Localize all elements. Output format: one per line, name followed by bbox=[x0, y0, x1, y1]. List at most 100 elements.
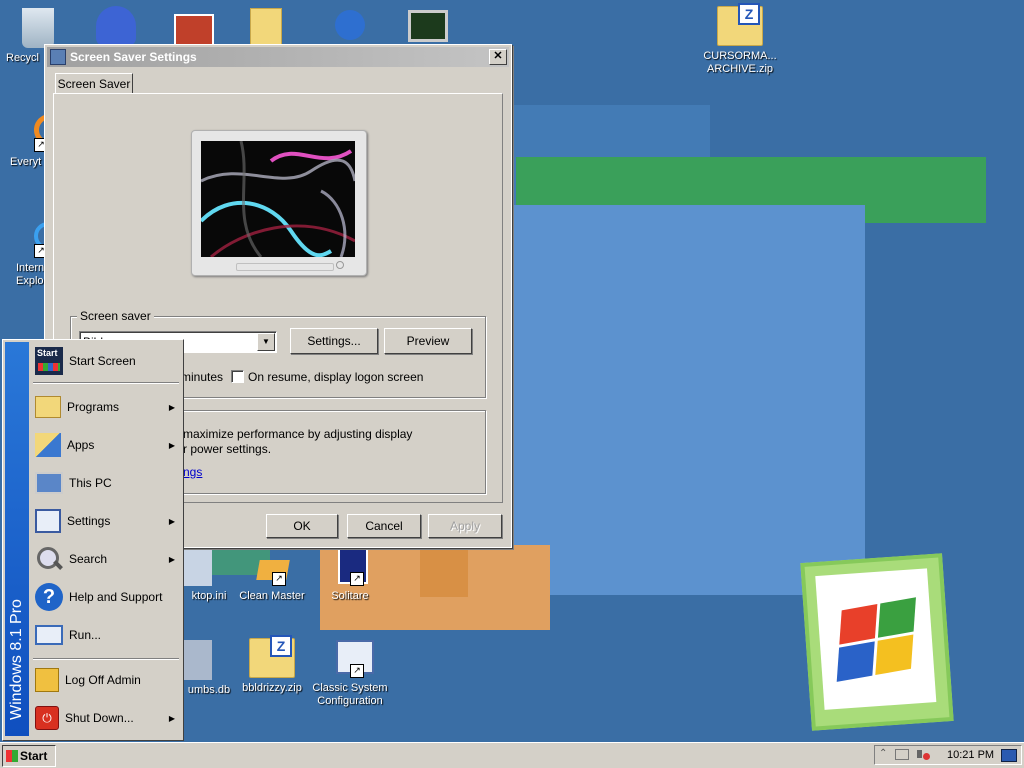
system-tray: ⌃ 10:21 PM bbox=[874, 745, 1022, 765]
desktop-icon-clean-master[interactable]: ↗ Clean Master bbox=[232, 546, 312, 603]
windows-flag-icon bbox=[815, 568, 937, 710]
computer-icon bbox=[35, 472, 63, 494]
screen-saver-group-title: Screen saver bbox=[77, 309, 154, 323]
start-menu-item-label: Start Screen bbox=[69, 354, 136, 368]
monitor-power-led bbox=[336, 261, 344, 269]
desktop-icon-solitare[interactable]: ↗ Solitare bbox=[310, 546, 390, 603]
start-menu-item-label: Settings bbox=[67, 514, 111, 528]
resume-logon-checkbox[interactable] bbox=[231, 370, 244, 383]
desktop-icon-label: Classic System Configuration bbox=[312, 682, 388, 707]
start-menu-item-label: Apps bbox=[67, 438, 95, 452]
wallpaper-shape bbox=[420, 545, 468, 597]
display-settings-icon bbox=[50, 49, 66, 65]
taskbar: Start ⌃ 10:21 PM bbox=[0, 742, 1024, 768]
submenu-arrow-icon: ▶ bbox=[168, 402, 175, 412]
desktop-icon-task-manager[interactable] bbox=[388, 10, 468, 46]
submenu-arrow-icon: ▶ bbox=[168, 516, 175, 526]
desktop-icon-label: CURSORMA... ARCHIVE.zip bbox=[703, 50, 777, 75]
windows-logo-wallpaper bbox=[800, 553, 954, 731]
start-menu-item-label: Search bbox=[69, 552, 108, 566]
broom-icon: ↗ bbox=[252, 546, 292, 586]
wait-minutes-label: minutes bbox=[181, 370, 224, 384]
settings-file-icon bbox=[182, 546, 212, 586]
start-menu-item-label: Help and Support bbox=[69, 590, 163, 604]
submenu-arrow-icon: ▶ bbox=[168, 713, 175, 723]
change-power-settings-link[interactable]: ngs bbox=[183, 465, 202, 479]
desktop-icon-cursorma-archive[interactable]: Z CURSORMA... ARCHIVE.zip bbox=[700, 3, 780, 76]
ok-button[interactable]: OK bbox=[266, 514, 338, 538]
submenu-arrow-icon: ▶ bbox=[168, 440, 175, 450]
cancel-button[interactable]: Cancel bbox=[347, 514, 421, 538]
start-menu-item-settings[interactable]: Settings ▶ bbox=[31, 503, 181, 539]
desktop-icon-label: Solitare bbox=[331, 590, 369, 602]
help-icon: ? bbox=[35, 583, 63, 611]
programs-icon bbox=[35, 396, 61, 418]
desktop-icon-label: bbldrizzy.zip bbox=[242, 682, 302, 694]
start-menu-item-log-off[interactable]: Log Off Admin bbox=[31, 662, 181, 698]
start-menu-item-label: Programs bbox=[67, 400, 120, 414]
settings-icon bbox=[35, 509, 61, 533]
start-menu-item-this-pc[interactable]: This PC bbox=[31, 465, 181, 501]
screensaver-preview bbox=[201, 141, 355, 257]
apps-icon bbox=[35, 433, 61, 457]
preview-monitor bbox=[191, 130, 367, 276]
shut-down-icon: ⏻ bbox=[35, 706, 59, 730]
start-menu-banner-text: Windows 8.1 Pro bbox=[8, 599, 25, 720]
apply-button: Apply bbox=[428, 514, 502, 538]
recycle-bin-icon bbox=[22, 8, 54, 48]
start-menu-item-search[interactable]: Search ▶ bbox=[31, 541, 181, 577]
monitor-chart-icon bbox=[408, 10, 448, 42]
show-desktop-icon[interactable] bbox=[1001, 749, 1017, 762]
zip-folder-icon: Z bbox=[717, 3, 763, 46]
start-menu-item-programs[interactable]: Programs ▶ bbox=[31, 389, 181, 425]
dialog-title: Screen Saver Settings bbox=[70, 50, 197, 64]
preview-button[interactable]: Preview bbox=[384, 328, 472, 354]
start-menu-item-label: Run... bbox=[69, 628, 102, 642]
zip-folder-icon: Z bbox=[249, 635, 295, 678]
start-menu-separator bbox=[33, 658, 179, 660]
power-description-line-1: maximize performance by adjusting displa… bbox=[183, 427, 413, 441]
chevron-down-icon[interactable]: ▼ bbox=[257, 333, 275, 351]
start-menu-item-label: This PC bbox=[69, 476, 112, 490]
windows-flag-icon bbox=[6, 750, 18, 762]
network-globe-icon bbox=[335, 10, 365, 40]
log-off-icon bbox=[35, 668, 59, 692]
close-icon: ✕ bbox=[493, 50, 503, 62]
taskbar-clock[interactable]: 10:21 PM bbox=[947, 749, 994, 761]
wallpaper-shape bbox=[510, 205, 865, 595]
ribbons-preview-graphic bbox=[201, 141, 355, 257]
bird-app-icon bbox=[96, 6, 136, 46]
monitor-base bbox=[236, 263, 334, 271]
cards-icon: ↗ bbox=[330, 546, 370, 586]
start-screen-tile-label: Start bbox=[37, 348, 58, 358]
database-file-icon bbox=[182, 640, 212, 680]
start-menu-item-help-and-support[interactable]: ? Help and Support bbox=[31, 579, 181, 615]
volume-muted-icon[interactable] bbox=[917, 749, 930, 761]
desktop-icon-label: Clean Master bbox=[239, 590, 305, 602]
start-menu-item-label: Log Off Admin bbox=[65, 673, 141, 687]
start-menu-item-apps[interactable]: Apps ▶ bbox=[31, 427, 181, 463]
start-button[interactable]: Start bbox=[2, 745, 56, 767]
settings-button[interactable]: Settings... bbox=[290, 328, 378, 354]
power-description-line-2: r power settings. bbox=[183, 442, 272, 456]
start-menu-banner: Windows 8.1 Pro bbox=[5, 342, 29, 736]
tab-screen-saver[interactable]: Screen Saver bbox=[55, 73, 133, 94]
run-icon bbox=[35, 625, 63, 645]
start-screen-icon: Start bbox=[35, 347, 63, 375]
start-menu-separator bbox=[33, 382, 179, 384]
close-button[interactable]: ✕ bbox=[489, 49, 507, 65]
dialog-titlebar[interactable]: Screen Saver Settings ✕ bbox=[47, 47, 509, 67]
desktop-icon-network[interactable] bbox=[310, 10, 390, 44]
system-config-icon: ↗ bbox=[330, 638, 374, 678]
desktop-icon-bbldrizzy-zip[interactable]: Z bbldrizzy.zip bbox=[232, 635, 312, 695]
start-menu-item-label: Shut Down... bbox=[65, 711, 134, 725]
start-menu: Windows 8.1 Pro Start Start Screen Progr… bbox=[2, 339, 184, 741]
resume-logon-label: On resume, display logon screen bbox=[248, 370, 424, 384]
network-icon[interactable] bbox=[895, 749, 909, 760]
start-menu-item-shut-down[interactable]: ⏻ Shut Down... ▶ bbox=[31, 700, 181, 736]
start-menu-item-start-screen[interactable]: Start Start Screen bbox=[31, 343, 181, 379]
chevron-up-icon[interactable]: ⌃ bbox=[879, 748, 887, 759]
start-menu-item-run[interactable]: Run... bbox=[31, 617, 181, 653]
desktop-icon-classic-system-configuration[interactable]: ↗ Classic System Configuration bbox=[310, 638, 390, 708]
search-icon bbox=[35, 545, 63, 573]
